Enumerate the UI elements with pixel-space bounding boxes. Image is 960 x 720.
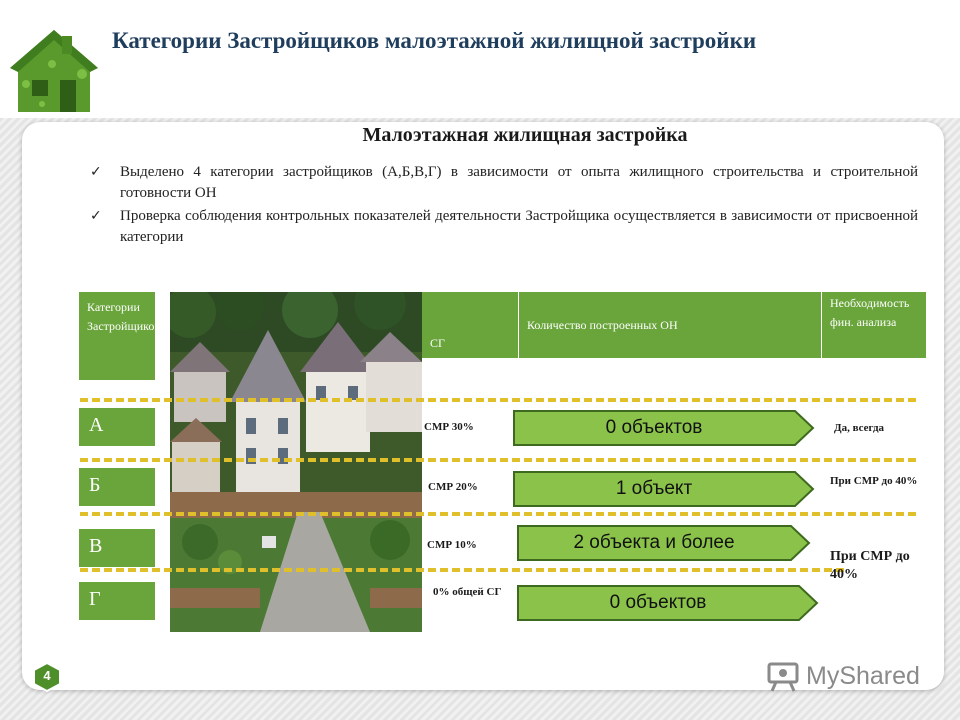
objects-label: 2 объекта и более [573, 532, 735, 553]
analysis-label: Да, всегда [834, 422, 885, 434]
presentation-board-icon [767, 662, 799, 692]
separator-line [80, 458, 916, 462]
category-g: Г [79, 582, 155, 620]
objects-arrow: 0 объектов [513, 410, 815, 446]
cottage-settlement-photo [170, 292, 422, 632]
analysis-label: При СМР до 40% [830, 549, 910, 582]
objects-arrow: 2 объекта и более [517, 525, 811, 561]
objects-arrow: 1 объект [513, 471, 815, 507]
objects-label: 0 объектов [605, 417, 703, 438]
header-sg: СГ [422, 292, 518, 358]
check-mark-icon: ✓ [90, 208, 102, 224]
smr-label: СМР 10% [427, 539, 477, 551]
slide-title: Категории Застройщиков малоэтажной жилищ… [112, 28, 757, 53]
bullet-text: Выделено 4 категории застройщиков (А,Б,В… [120, 164, 918, 201]
check-mark-icon: ✓ [90, 164, 102, 180]
separator-line [80, 512, 916, 516]
page-number-badge: 4 [32, 661, 62, 693]
separator-line [80, 398, 916, 402]
green-house-icon [10, 30, 98, 112]
category-v: В [79, 529, 155, 567]
category-b: Б [79, 468, 155, 506]
bullet-item: ✓ Проверка соблюдения контрольных показа… [86, 206, 918, 248]
watermark: MyShared [766, 656, 936, 696]
smr-label: СМР 20% [428, 481, 478, 493]
objects-arrow: 0 объектов [517, 585, 819, 621]
analysis-label: При СМР до 40% [830, 475, 918, 487]
watermark-text: MyShared [806, 661, 920, 690]
smr-label: СМР 30% [424, 421, 474, 433]
bullet-item: ✓ Выделено 4 категории застройщиков (А,Б… [86, 162, 918, 204]
section-subtitle: Малоэтажная жилищная застройка [362, 124, 688, 146]
slide-header: Категории Застройщиков малоэтажной жилищ… [0, 0, 960, 118]
objects-label: 0 объектов [609, 592, 707, 613]
header-objects: Количество построенных ОН [519, 292, 821, 358]
header-analysis: Необходимость фин. анализа [822, 292, 926, 358]
smr-label: 0% общей СГ [433, 586, 502, 598]
page-number: 4 [43, 668, 51, 683]
category-a: А [79, 408, 155, 446]
bullet-list: ✓ Выделено 4 категории застройщиков (А,Б… [86, 162, 918, 250]
separator-line [80, 568, 844, 572]
header-categories: Категории Застройщиков [79, 292, 160, 380]
bullet-text: Проверка соблюдения контрольных показате… [120, 208, 918, 245]
objects-label: 1 объект [615, 478, 693, 499]
